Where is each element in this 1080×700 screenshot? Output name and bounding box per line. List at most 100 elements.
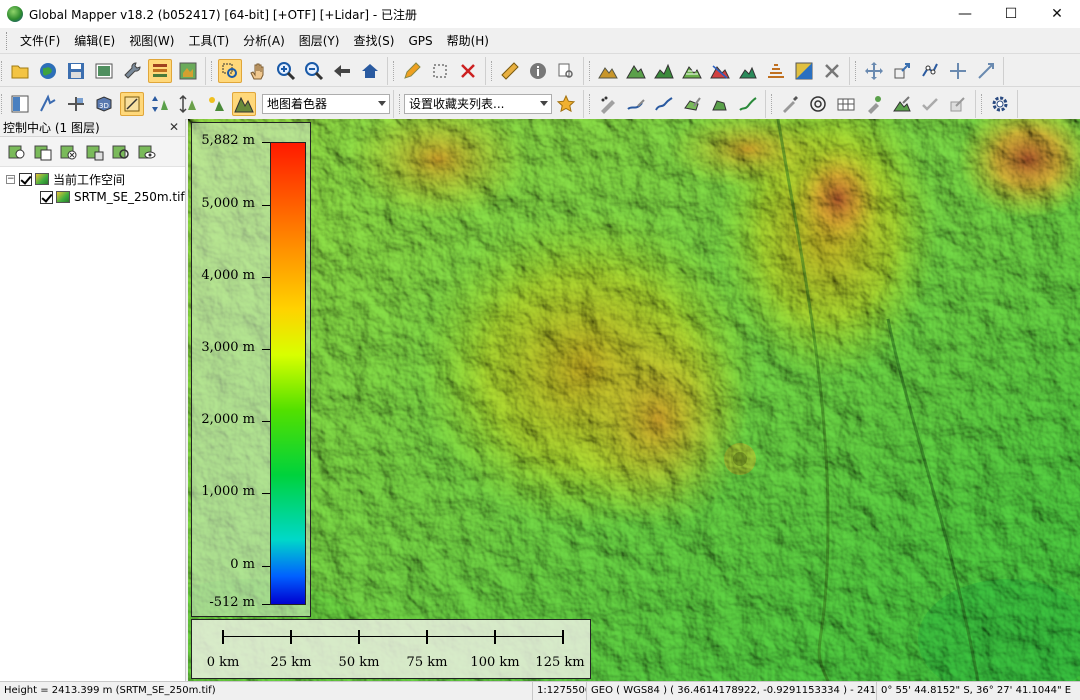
menu-help[interactable]: 帮助(H) [440, 32, 496, 49]
target-icon[interactable] [806, 92, 830, 116]
scale-bar-tick [358, 630, 360, 644]
delete-x-icon[interactable] [456, 59, 480, 83]
draw-curve-icon[interactable] [652, 92, 676, 116]
measure-ruler-icon[interactable] [498, 59, 522, 83]
draw-points-icon[interactable] [596, 92, 620, 116]
zoom-in-icon[interactable] [274, 59, 298, 83]
maximize-button[interactable]: ☐ [988, 0, 1034, 28]
elevation-scale-icon[interactable] [176, 92, 200, 116]
control-center-icon[interactable] [148, 58, 172, 83]
shader-select[interactable]: 地图着色器 [262, 93, 390, 114]
menu-file[interactable]: 文件(F) [13, 32, 67, 49]
menu-view[interactable]: 视图(W) [122, 32, 181, 49]
search-feature-icon[interactable] [554, 59, 578, 83]
snap-icon[interactable] [974, 59, 998, 83]
control-center-toolbar [0, 137, 185, 167]
menu-gps[interactable]: GPS [401, 34, 439, 48]
scale-bar-label: 100 km [470, 655, 520, 670]
menu-analysis[interactable]: 分析(A) [236, 32, 292, 49]
draw-line-icon[interactable] [624, 92, 648, 116]
layer-search-icon[interactable] [6, 141, 28, 163]
crosshair-icon[interactable] [946, 59, 970, 83]
workspace-icon[interactable] [92, 59, 116, 83]
hillshade-icon[interactable] [232, 91, 256, 116]
gear-icon[interactable] [988, 92, 1012, 116]
scale-bar-label: 75 km [406, 655, 448, 670]
check-icon[interactable] [918, 92, 942, 116]
toolbar-row-2: 3D 地图着色器 设置收藏夹列表... [0, 88, 1080, 120]
elevation-point-icon[interactable] [862, 92, 886, 116]
toolbar-terrain-group [588, 56, 850, 85]
layer-add-icon[interactable] [32, 141, 54, 163]
raster-layer-icon [56, 191, 70, 203]
back-arrow-icon[interactable] [330, 59, 354, 83]
terrain-mesh-icon[interactable] [624, 59, 648, 83]
toolbar-row-1 [0, 55, 1080, 87]
path-profile-icon[interactable] [36, 92, 60, 116]
watershed-icon[interactable] [708, 59, 732, 83]
pan-hand-icon[interactable] [246, 59, 270, 83]
favorites-select-value: 设置收藏夹列表... [409, 97, 505, 111]
lighting-icon[interactable] [204, 92, 228, 116]
elevation-color-ramp [270, 142, 306, 605]
panel-close-button[interactable]: ✕ [169, 120, 179, 134]
elevation-up-down-icon[interactable] [148, 92, 172, 116]
grid-icon[interactable] [834, 92, 858, 116]
layer-visibility-icon[interactable] [136, 141, 158, 163]
shader-icon[interactable] [792, 59, 816, 83]
line-split-icon[interactable] [64, 92, 88, 116]
menu-layer[interactable]: 图层(Y) [292, 32, 347, 49]
map-view[interactable]: 5,882 m 5,000 m 4,000 m 3,000 m 2,000 m … [188, 119, 1080, 681]
globe-open-icon[interactable] [36, 59, 60, 83]
menu-tools[interactable]: 工具(T) [181, 32, 236, 49]
status-scale: 1:1275500 [533, 681, 587, 700]
layer-options-icon[interactable] [84, 141, 106, 163]
contour-icon[interactable] [680, 59, 704, 83]
workspace-tree-row[interactable]: − 当前工作空间 [6, 170, 125, 188]
3d-view-icon[interactable]: 3D [92, 92, 116, 116]
open-folder-icon[interactable] [8, 59, 32, 83]
terrain-view-icon[interactable] [596, 59, 620, 83]
draw-freehand-icon[interactable] [736, 92, 760, 116]
raster-calc-icon[interactable] [120, 91, 144, 116]
favorites-select[interactable]: 设置收藏夹列表... [404, 93, 552, 114]
collapse-icon[interactable]: − [6, 174, 15, 184]
save-icon[interactable] [64, 59, 88, 83]
zoom-out-icon[interactable] [302, 59, 326, 83]
wrench-icon[interactable] [120, 59, 144, 83]
zoom-select-icon[interactable] [218, 58, 242, 83]
scale-bar-tick [222, 630, 224, 644]
draw-polygon-icon[interactable] [708, 92, 732, 116]
layer-zoom-icon[interactable] [110, 141, 132, 163]
coordinate-icon[interactable] [778, 92, 802, 116]
terrain-profile-icon[interactable] [652, 59, 676, 83]
workspace-checkbox[interactable] [19, 172, 32, 186]
select-area-icon[interactable] [428, 59, 452, 83]
window-title: Global Mapper v18.2 (b052417) [64-bit] [… [29, 7, 418, 22]
menu-edit[interactable]: 编辑(E) [67, 32, 122, 49]
layer-checkbox[interactable] [40, 190, 53, 204]
overview-map-icon[interactable] [176, 59, 200, 83]
vertex-edit-icon[interactable] [918, 59, 942, 83]
close-button[interactable]: ✕ [1034, 0, 1080, 28]
draw-area-icon[interactable] [680, 92, 704, 116]
cancel-tool-icon[interactable] [820, 59, 844, 83]
layer-tree-row[interactable]: SRTM_SE_250m.tif [40, 188, 185, 206]
slope-icon[interactable] [764, 59, 788, 83]
layer-remove-icon[interactable] [58, 141, 80, 163]
viewshed-icon[interactable] [736, 59, 760, 83]
split-view-icon[interactable] [8, 92, 32, 116]
toolbar-measure-group [490, 56, 584, 85]
terrain-edit-icon[interactable] [890, 92, 914, 116]
menu-search[interactable]: 查找(S) [346, 32, 401, 49]
pencil-icon[interactable] [400, 59, 424, 83]
minimize-button[interactable]: — [942, 0, 988, 28]
terrain-map[interactable] [188, 119, 1080, 681]
edit-attributes-icon[interactable] [946, 92, 970, 116]
workspace-icon [35, 173, 49, 185]
resize-icon[interactable] [890, 59, 914, 83]
star-icon[interactable] [554, 92, 578, 116]
home-icon[interactable] [358, 59, 382, 83]
info-icon[interactable] [526, 59, 550, 83]
move-icon[interactable] [862, 59, 886, 83]
